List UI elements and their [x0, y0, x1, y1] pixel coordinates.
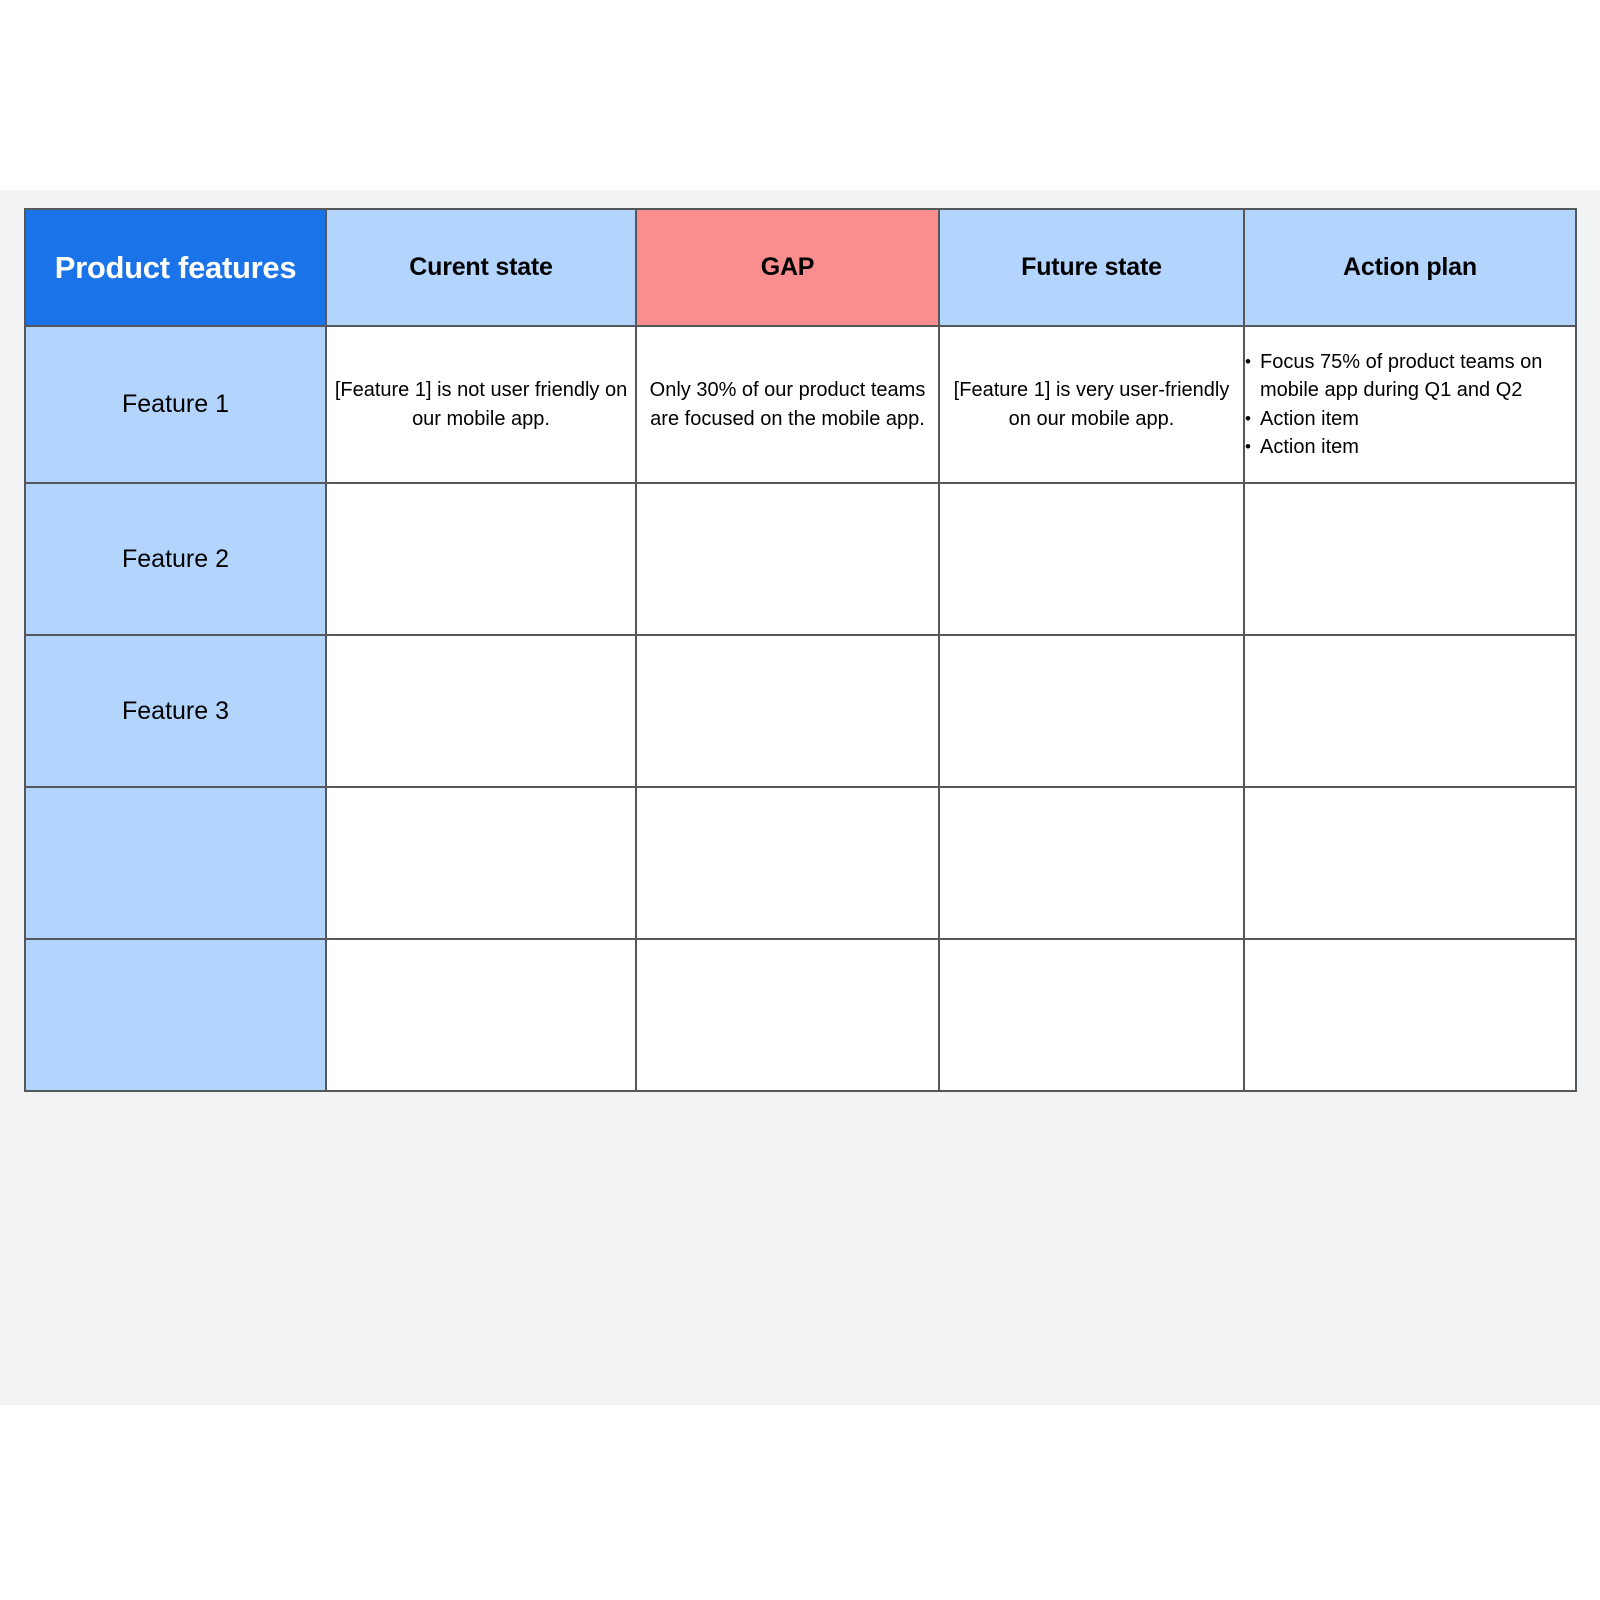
- table-header-row: Product features Curent state GAP Future…: [24, 208, 1577, 327]
- cell-text: [Feature 1] is not user friendly on our …: [334, 378, 628, 430]
- current-state-cell[interactable]: [325, 938, 637, 1092]
- column-header-current-state[interactable]: Curent state: [325, 208, 637, 327]
- gap-cell[interactable]: [635, 938, 940, 1092]
- action-item: Action item: [1245, 433, 1575, 461]
- row-label-cell[interactable]: [24, 786, 327, 940]
- gap-cell[interactable]: [635, 482, 940, 636]
- action-item: Action item: [1245, 405, 1575, 433]
- column-header-action-plan[interactable]: Action plan: [1243, 208, 1577, 327]
- table-row: Feature 3: [24, 634, 1577, 788]
- row-label-cell[interactable]: Feature 2: [24, 482, 327, 636]
- column-header-gap[interactable]: GAP: [635, 208, 940, 327]
- action-plan-cell[interactable]: Focus 75% of product teams on mobile app…: [1243, 325, 1577, 484]
- row-label-cell[interactable]: [24, 938, 327, 1092]
- future-state-cell[interactable]: [Feature 1] is very user-friendly on our…: [938, 325, 1245, 484]
- table-row: [24, 786, 1577, 940]
- column-header-product-features[interactable]: Product features: [24, 208, 327, 327]
- table-row: Feature 1 [Feature 1] is not user friend…: [24, 325, 1577, 484]
- gap-cell[interactable]: Only 30% of our product teams are focuse…: [635, 325, 940, 484]
- gap-analysis-table: Product features Curent state GAP Future…: [24, 208, 1577, 1092]
- action-plan-cell[interactable]: [1243, 786, 1577, 940]
- action-plan-cell[interactable]: [1243, 634, 1577, 788]
- current-state-cell[interactable]: [325, 482, 637, 636]
- table-row: Feature 2: [24, 482, 1577, 636]
- action-item-list: Focus 75% of product teams on mobile app…: [1245, 348, 1575, 462]
- current-state-cell[interactable]: [Feature 1] is not user friendly on our …: [325, 325, 637, 484]
- gap-cell[interactable]: [635, 634, 940, 788]
- gap-cell[interactable]: [635, 786, 940, 940]
- action-item: Focus 75% of product teams on mobile app…: [1245, 348, 1575, 405]
- future-state-cell[interactable]: [938, 786, 1245, 940]
- future-state-cell[interactable]: [938, 938, 1245, 1092]
- cell-text: Only 30% of our product teams are focuse…: [649, 378, 926, 430]
- current-state-cell[interactable]: [325, 634, 637, 788]
- action-plan-cell[interactable]: [1243, 938, 1577, 1092]
- gap-analysis-table-container: Product features Curent state GAP Future…: [24, 208, 1577, 1092]
- row-label-cell[interactable]: Feature 1: [24, 325, 327, 484]
- column-header-future-state[interactable]: Future state: [938, 208, 1245, 327]
- table-row: [24, 938, 1577, 1092]
- current-state-cell[interactable]: [325, 786, 637, 940]
- cell-text: [Feature 1] is very user-friendly on our…: [953, 378, 1230, 430]
- action-plan-cell[interactable]: [1243, 482, 1577, 636]
- future-state-cell[interactable]: [938, 482, 1245, 636]
- row-label-cell[interactable]: Feature 3: [24, 634, 327, 788]
- future-state-cell[interactable]: [938, 634, 1245, 788]
